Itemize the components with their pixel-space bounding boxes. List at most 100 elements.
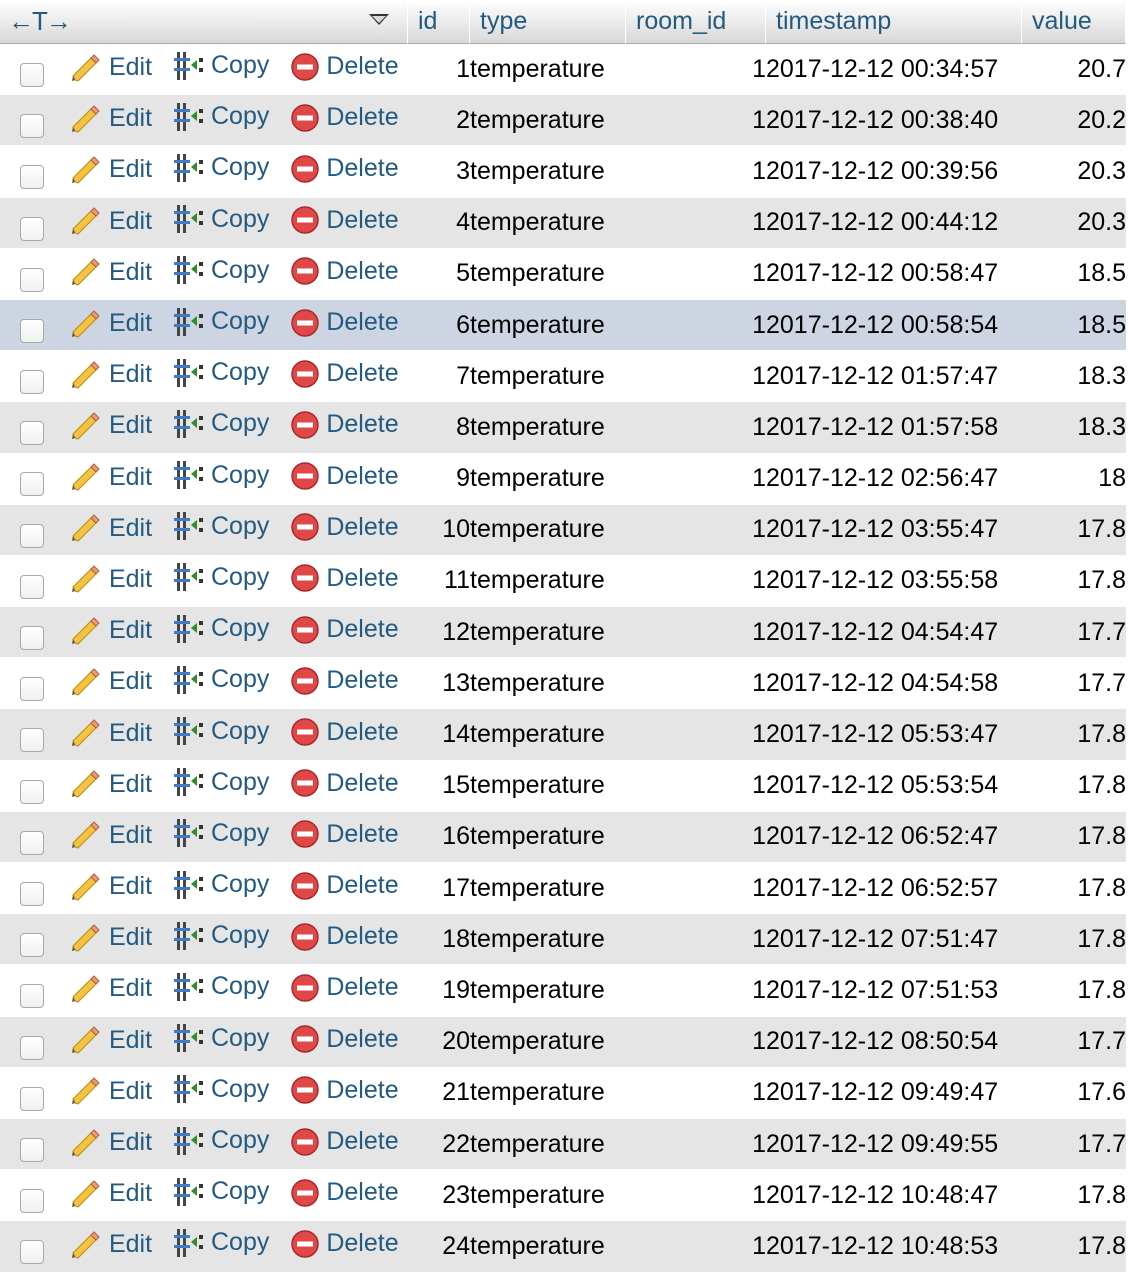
cell-timestamp[interactable]: 2017-12-12 07:51:53 <box>766 965 1022 1017</box>
cell-value[interactable]: 17.8 <box>1022 811 1126 863</box>
cell-id[interactable]: 8 <box>408 402 470 454</box>
copy-button[interactable]: Copy <box>173 920 269 952</box>
cell-id[interactable]: 4 <box>408 197 470 249</box>
cell-type[interactable]: temperature <box>470 454 626 505</box>
cell-value[interactable]: 17.8 <box>1022 1221 1126 1273</box>
edit-button[interactable]: Edit <box>71 360 152 389</box>
column-header-id[interactable]: id <box>408 0 470 44</box>
copy-button[interactable]: Copy <box>173 1022 269 1054</box>
cell-id[interactable]: 18 <box>408 914 470 966</box>
edit-button[interactable]: Edit <box>71 565 152 594</box>
row-checkbox[interactable] <box>20 267 44 292</box>
copy-button[interactable]: Copy <box>173 715 269 747</box>
edit-button[interactable]: Edit <box>71 770 152 799</box>
cell-timestamp[interactable]: 2017-12-12 01:57:47 <box>766 351 1022 403</box>
cell-timestamp[interactable]: 2017-12-12 00:34:57 <box>766 44 1022 96</box>
cell-id[interactable]: 1 <box>408 44 470 96</box>
cell-type[interactable]: temperature <box>470 402 626 454</box>
cell-timestamp[interactable]: 2017-12-12 07:51:47 <box>766 914 1022 966</box>
row-checkbox[interactable] <box>20 318 44 343</box>
cell-type[interactable]: temperature <box>470 709 626 761</box>
cell-type[interactable]: temperature <box>470 249 626 300</box>
delete-button[interactable]: Delete <box>290 666 399 696</box>
cell-room-id[interactable]: 1 <box>626 402 766 454</box>
cell-room-id[interactable]: 1 <box>626 1016 766 1068</box>
edit-button[interactable]: Edit <box>71 207 152 236</box>
cell-value[interactable]: 18.3 <box>1022 351 1126 403</box>
copy-button[interactable]: Copy <box>173 101 269 133</box>
cell-room-id[interactable]: 1 <box>626 811 766 863</box>
edit-button[interactable]: Edit <box>71 155 152 184</box>
cell-room-id[interactable]: 1 <box>626 863 766 915</box>
cell-room-id[interactable]: 1 <box>626 44 766 96</box>
copy-button[interactable]: Copy <box>173 152 269 184</box>
copy-button[interactable]: Copy <box>173 561 269 593</box>
copy-button[interactable]: Copy <box>173 766 269 798</box>
cell-id[interactable]: 13 <box>408 658 470 710</box>
copy-button[interactable]: Copy <box>173 1073 269 1105</box>
cell-timestamp[interactable]: 2017-12-12 04:54:47 <box>766 607 1022 659</box>
row-checkbox[interactable] <box>20 62 44 87</box>
cell-id[interactable]: 21 <box>408 1068 470 1119</box>
cell-room-id[interactable]: 1 <box>626 556 766 608</box>
row-checkbox[interactable] <box>20 626 44 651</box>
edit-button[interactable]: Edit <box>71 821 152 850</box>
cell-type[interactable]: temperature <box>470 658 626 710</box>
copy-button[interactable]: Copy <box>173 613 269 645</box>
cell-value[interactable]: 20.3 <box>1022 146 1126 198</box>
cell-timestamp[interactable]: 2017-12-12 00:44:12 <box>766 197 1022 249</box>
cell-type[interactable]: temperature <box>470 1068 626 1119</box>
delete-button[interactable]: Delete <box>290 768 399 798</box>
cell-timestamp[interactable]: 2017-12-12 04:54:58 <box>766 658 1022 710</box>
cell-id[interactable]: 7 <box>408 351 470 403</box>
cell-type[interactable]: temperature <box>470 811 626 863</box>
cell-room-id[interactable]: 1 <box>626 351 766 403</box>
copy-button[interactable]: Copy <box>173 254 269 286</box>
cell-type[interactable]: temperature <box>470 965 626 1017</box>
cell-value[interactable]: 17.8 <box>1022 1170 1126 1222</box>
cell-value[interactable]: 17.8 <box>1022 504 1126 556</box>
delete-button[interactable]: Delete <box>290 359 399 389</box>
cell-room-id[interactable]: 1 <box>626 504 766 556</box>
cell-value[interactable]: 18.5 <box>1022 299 1126 352</box>
delete-button[interactable]: Delete <box>290 615 399 645</box>
delete-button[interactable]: Delete <box>290 1229 399 1259</box>
row-checkbox[interactable] <box>20 728 44 753</box>
cell-type[interactable]: temperature <box>470 914 626 966</box>
edit-button[interactable]: Edit <box>71 616 152 645</box>
delete-button[interactable]: Delete <box>290 973 399 1003</box>
cell-id[interactable]: 17 <box>408 863 470 915</box>
row-checkbox[interactable] <box>20 779 44 804</box>
copy-button[interactable]: Copy <box>173 203 269 235</box>
delete-button[interactable]: Delete <box>290 1127 399 1157</box>
cell-room-id[interactable]: 1 <box>626 607 766 659</box>
delete-button[interactable]: Delete <box>290 308 399 338</box>
copy-button[interactable]: Copy <box>173 869 269 901</box>
cell-timestamp[interactable]: 2017-12-12 09:49:47 <box>766 1068 1022 1119</box>
cell-type[interactable]: temperature <box>470 863 626 915</box>
column-header-type[interactable]: type <box>470 0 626 44</box>
delete-button[interactable]: Delete <box>290 256 399 286</box>
row-checkbox[interactable] <box>20 1189 44 1214</box>
edit-button[interactable]: Edit <box>71 1026 152 1055</box>
edit-button[interactable]: Edit <box>71 53 152 82</box>
cell-type[interactable]: temperature <box>470 607 626 659</box>
row-checkbox[interactable] <box>20 216 44 241</box>
cell-room-id[interactable]: 1 <box>626 197 766 249</box>
cell-timestamp[interactable]: 2017-12-12 09:49:55 <box>766 1118 1022 1171</box>
cell-room-id[interactable]: 1 <box>626 658 766 710</box>
cell-room-id[interactable]: 1 <box>626 1068 766 1119</box>
cell-id[interactable]: 24 <box>408 1221 470 1273</box>
row-checkbox[interactable] <box>20 830 44 855</box>
edit-button[interactable]: Edit <box>71 463 152 492</box>
cell-room-id[interactable]: 1 <box>626 761 766 812</box>
row-checkbox[interactable] <box>20 165 44 190</box>
cell-value[interactable]: 17.6 <box>1022 1068 1126 1119</box>
edit-button[interactable]: Edit <box>71 872 152 901</box>
delete-button[interactable]: Delete <box>290 922 399 952</box>
cell-value[interactable]: 20.2 <box>1022 95 1126 147</box>
column-header-room-id[interactable]: room_id <box>626 0 766 44</box>
cell-value[interactable]: 17.8 <box>1022 965 1126 1017</box>
cell-timestamp[interactable]: 2017-12-12 00:39:56 <box>766 146 1022 198</box>
cell-type[interactable]: temperature <box>470 1221 626 1273</box>
